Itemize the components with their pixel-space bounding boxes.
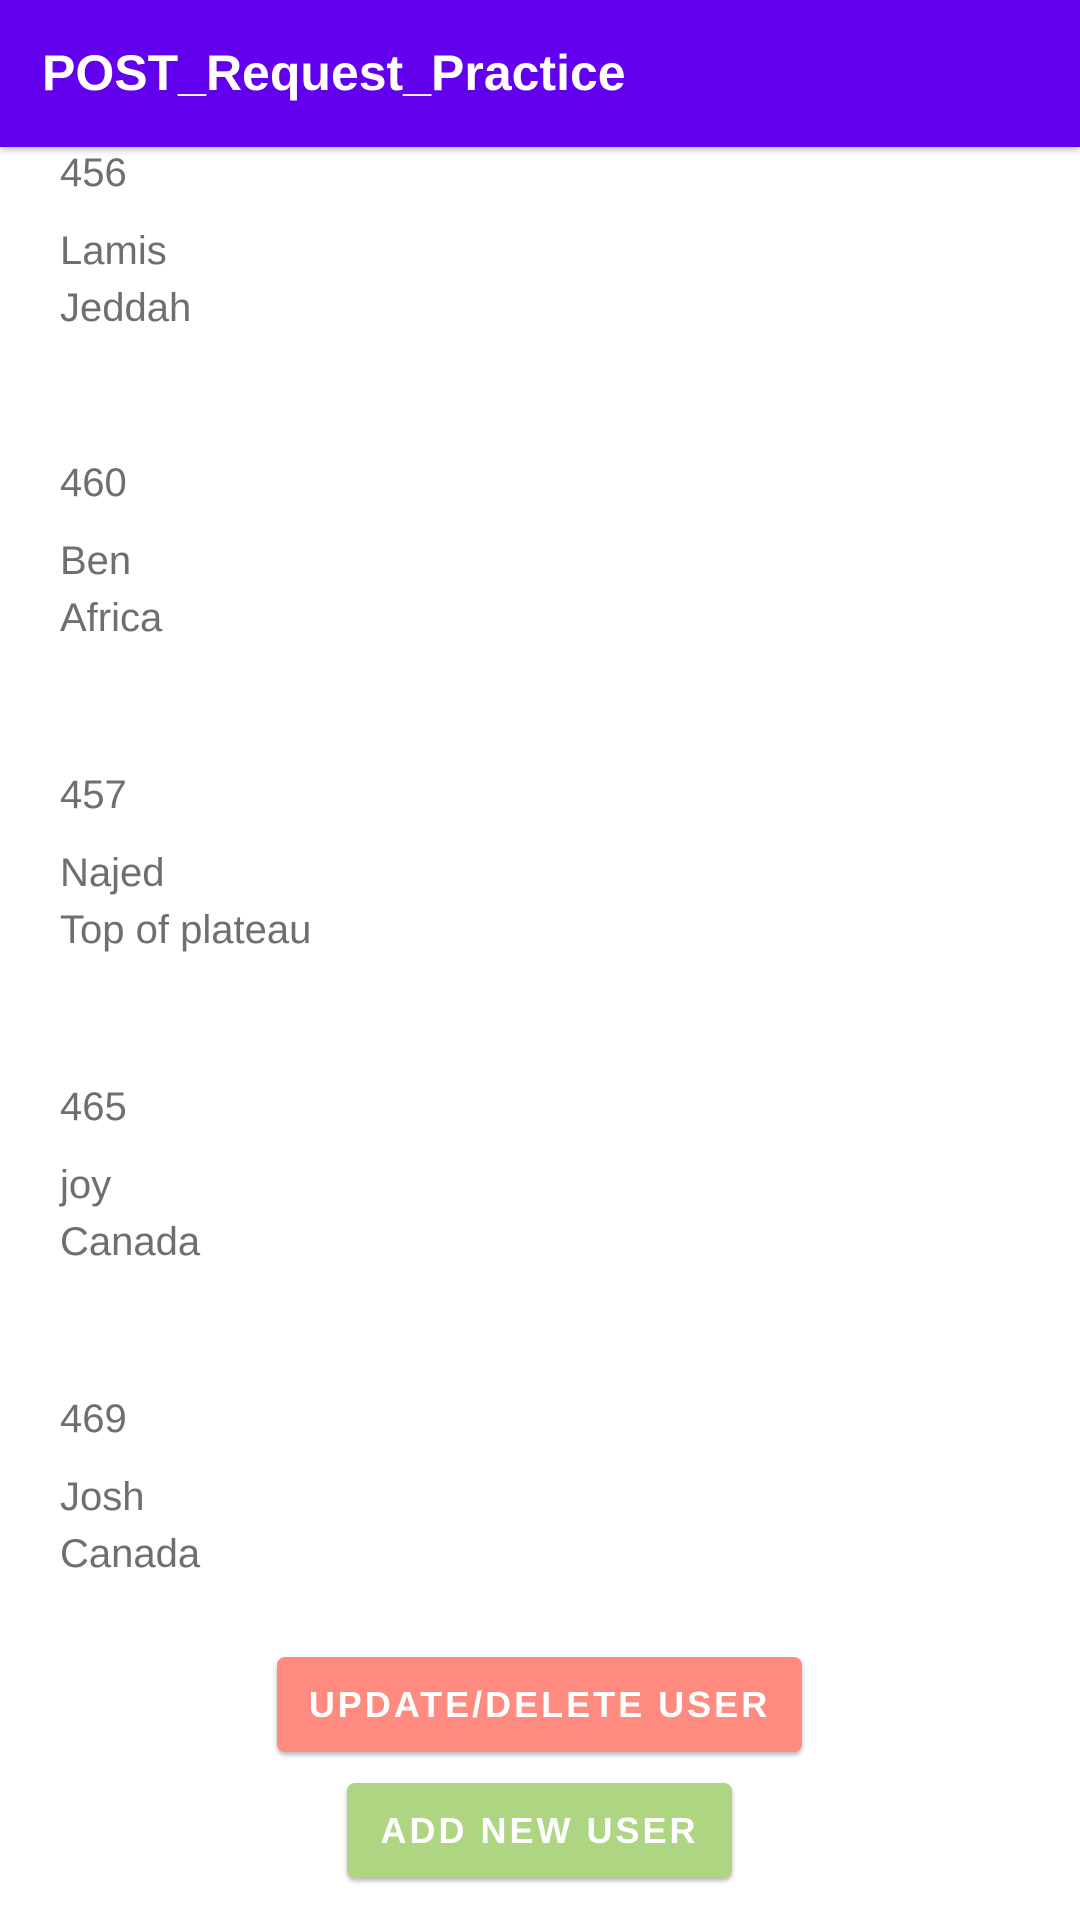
user-location: Jeddah [60,286,192,330]
user-location: Top of plateau [60,908,312,952]
list-item[interactable]: 456 Lamis Jeddah [0,147,1080,459]
user-location: Canada [60,1532,201,1576]
user-name: Lamis [60,229,167,273]
user-id: 460 [60,461,127,505]
add-new-user-button[interactable]: ADD NEW USER [347,1783,732,1878]
user-location: Canada [60,1220,201,1264]
list-item[interactable]: 465 joy Canada [0,1083,1080,1395]
user-list[interactable]: 456 Lamis Jeddah 460 Ben Africa 457 Naje… [0,147,1080,1620]
user-name: Ben [60,539,132,583]
update-delete-user-button[interactable]: UPDATE/DELETE USER [277,1657,802,1752]
user-id: 457 [60,773,127,817]
app-screen: POST_Request_Practice 456 Lamis Jeddah 4… [0,0,1080,1920]
user-id: 469 [60,1397,127,1441]
user-id: 465 [60,1085,127,1129]
user-name: Najed [60,851,165,895]
app-bar: POST_Request_Practice [0,0,1080,147]
user-location: Africa [60,596,163,640]
list-item[interactable]: 469 Josh Canada [0,1395,1080,1620]
app-title: POST_Request_Practice [42,45,626,101]
list-item[interactable]: 460 Ben Africa [0,459,1080,771]
user-id: 456 [60,151,127,195]
user-name: Josh [60,1475,145,1519]
user-name: joy [60,1163,112,1207]
list-item[interactable]: 457 Najed Top of plateau [0,771,1080,1083]
